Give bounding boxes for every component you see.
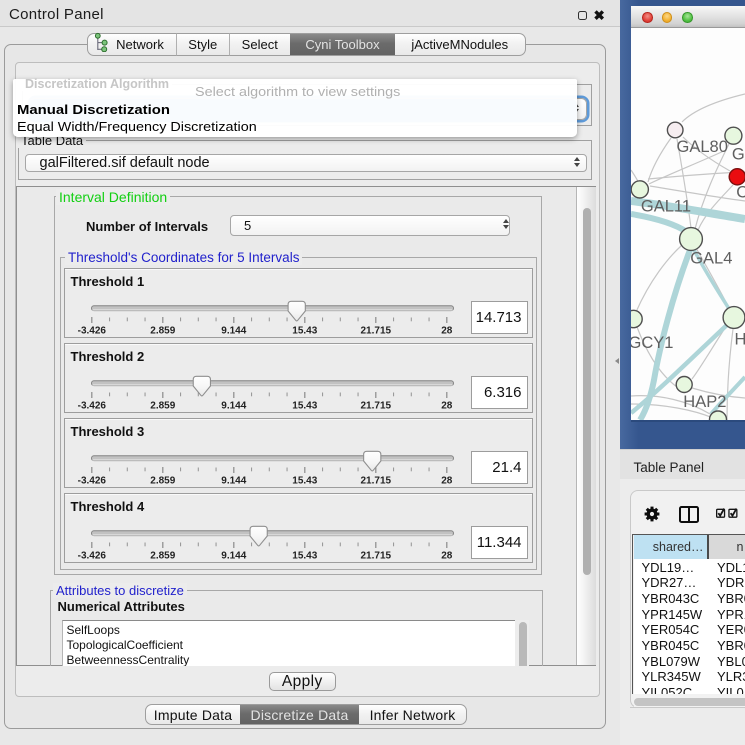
svg-text:9.144: 9.144 [221, 476, 246, 487]
svg-text:9.144: 9.144 [221, 326, 246, 337]
svg-text:28: 28 [441, 401, 453, 412]
svg-text:GCY1: GCY1 [631, 334, 673, 352]
svg-text:-3.426: -3.426 [77, 476, 106, 487]
svg-text:15.43: 15.43 [292, 401, 317, 412]
svg-text:-3.426: -3.426 [77, 551, 106, 562]
svg-text:2.859: 2.859 [150, 551, 175, 562]
svg-text:21.715: 21.715 [360, 401, 391, 412]
svg-text:15.43: 15.43 [292, 551, 317, 562]
svg-text:GAL11: GAL11 [641, 198, 691, 216]
svg-text:2.859: 2.859 [150, 401, 175, 412]
svg-text:2.859: 2.859 [150, 476, 175, 487]
svg-text:GAL80: GAL80 [677, 138, 728, 156]
svg-text:9.144: 9.144 [221, 401, 246, 412]
svg-text:-3.426: -3.426 [77, 326, 106, 337]
svg-text:21.715: 21.715 [360, 326, 391, 337]
svg-text:HAP2: HAP2 [683, 393, 726, 411]
svg-text:28: 28 [441, 326, 453, 337]
svg-text:GAL3: GAL3 [732, 146, 745, 164]
svg-text:28: 28 [441, 551, 453, 562]
svg-text:15.43: 15.43 [292, 326, 317, 337]
svg-text:28: 28 [441, 476, 453, 487]
svg-text:21.715: 21.715 [360, 551, 391, 562]
svg-text:21.715: 21.715 [360, 476, 391, 487]
svg-text:GAL4: GAL4 [690, 250, 732, 268]
svg-text:15.43: 15.43 [292, 476, 317, 487]
svg-text:HI: HI [735, 331, 745, 349]
svg-text:9.144: 9.144 [221, 551, 246, 562]
svg-text:2.859: 2.859 [150, 326, 175, 337]
svg-text:-3.426: -3.426 [77, 401, 106, 412]
svg-text:CD: CD [736, 184, 745, 202]
